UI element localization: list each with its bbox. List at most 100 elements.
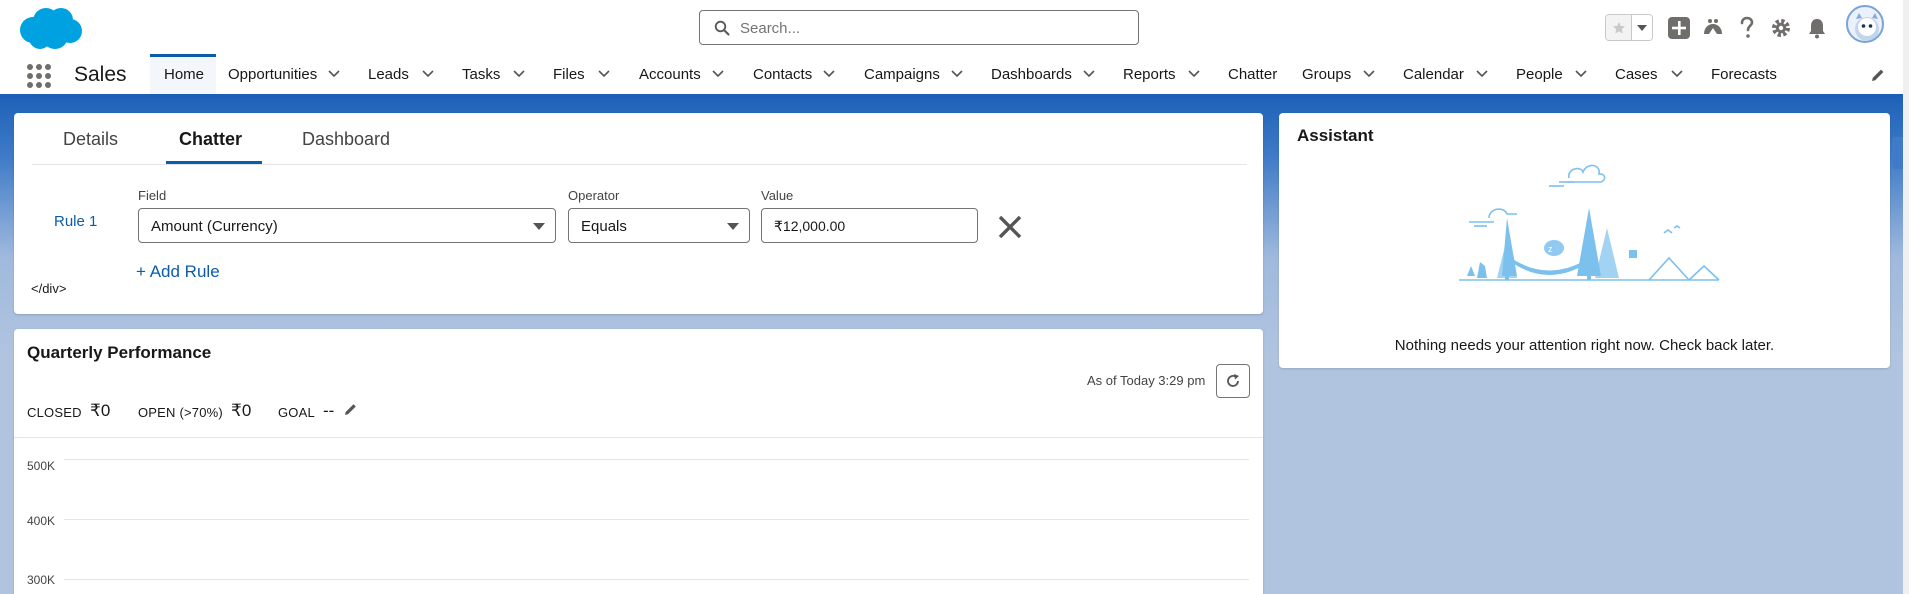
open-value: ₹0 bbox=[231, 401, 252, 420]
nav-item-calendar[interactable]: Calendar bbox=[1403, 54, 1473, 94]
quarterly-performance-card: Quarterly Performance As of Today 3:29 p… bbox=[14, 329, 1263, 594]
remove-rule-button[interactable] bbox=[994, 211, 1026, 243]
nav-item-label: Forecasts bbox=[1711, 66, 1777, 83]
nav-item-label: Opportunities bbox=[228, 66, 318, 83]
edit-goal-pencil-icon[interactable] bbox=[344, 402, 358, 416]
chevron-down-icon[interactable] bbox=[1188, 70, 1200, 78]
favorites-menu-button[interactable] bbox=[1632, 15, 1652, 40]
y-axis-tick: 400K bbox=[27, 514, 56, 528]
chevron-down-icon[interactable] bbox=[1083, 70, 1095, 78]
close-icon bbox=[998, 215, 1022, 239]
nav-item-campaigns[interactable]: Campaigns bbox=[864, 54, 954, 94]
gear-icon bbox=[1772, 19, 1790, 37]
app-launcher-icon[interactable] bbox=[27, 64, 51, 88]
operator-select[interactable]: Equals bbox=[568, 208, 750, 243]
closed-label: CLOSED bbox=[27, 405, 82, 420]
nav-item-label: People bbox=[1516, 66, 1563, 83]
global-actions-button[interactable] bbox=[1666, 15, 1692, 41]
value-input[interactable]: ₹12,000.00 bbox=[761, 208, 978, 243]
help-button[interactable] bbox=[1734, 15, 1760, 41]
salesforce-logo[interactable] bbox=[17, 6, 83, 52]
nav-item-home[interactable]: Home bbox=[150, 54, 216, 94]
avatar[interactable] bbox=[1846, 5, 1884, 43]
chevron-down-icon[interactable] bbox=[422, 70, 434, 78]
grid-line bbox=[64, 459, 1249, 460]
goal-label: GOAL bbox=[278, 405, 315, 420]
nav-item-accounts[interactable]: Accounts bbox=[639, 54, 719, 94]
chevron-down-icon[interactable] bbox=[1575, 70, 1587, 78]
chevron-down-icon[interactable] bbox=[712, 70, 724, 78]
stray-markup-text: </div> bbox=[31, 281, 67, 296]
trailhead-button[interactable] bbox=[1700, 15, 1726, 41]
global-header bbox=[0, 0, 1909, 54]
bell-icon bbox=[1809, 19, 1825, 39]
favorite-button[interactable] bbox=[1606, 15, 1632, 40]
card-title: Assistant bbox=[1297, 126, 1374, 145]
y-axis-tick: 500K bbox=[27, 459, 56, 473]
nav-item-label: Accounts bbox=[639, 66, 701, 83]
nav-item-label: Tasks bbox=[462, 66, 501, 83]
refresh-button[interactable] bbox=[1216, 364, 1250, 398]
app-name: Sales bbox=[74, 63, 127, 86]
nav-item-label: Groups bbox=[1302, 66, 1352, 83]
nav-item-dashboards[interactable]: Dashboards bbox=[991, 54, 1081, 94]
nav-item-label: Chatter bbox=[1228, 66, 1278, 83]
caret-down-icon bbox=[727, 223, 739, 230]
notifications-button[interactable] bbox=[1804, 15, 1830, 41]
chevron-down-icon[interactable] bbox=[1363, 70, 1375, 78]
hammock-illustration: z bbox=[1459, 164, 1720, 281]
nav-item-people[interactable]: People bbox=[1516, 54, 1576, 94]
nav-item-label: Files bbox=[553, 66, 585, 83]
nav-item-cases[interactable]: Cases bbox=[1615, 54, 1665, 94]
nav-item-contacts[interactable]: Contacts bbox=[753, 54, 833, 94]
chevron-down-icon[interactable] bbox=[1671, 70, 1683, 78]
search-icon bbox=[714, 20, 730, 36]
goal-value: -- bbox=[323, 401, 335, 420]
edit-nav-pencil-icon[interactable] bbox=[1870, 67, 1886, 83]
search-input[interactable] bbox=[740, 17, 1120, 39]
chevron-down-icon[interactable] bbox=[328, 70, 340, 78]
grid-line bbox=[64, 579, 1249, 580]
nav-item-chatter[interactable]: Chatter bbox=[1228, 54, 1288, 94]
field-select[interactable]: Amount (Currency) bbox=[138, 208, 556, 243]
assistant-card: Assistant z Nothing needs your attention… bbox=[1279, 113, 1890, 368]
add-rule-link[interactable]: + Add Rule bbox=[136, 262, 220, 282]
tab-dashboard[interactable]: Dashboard bbox=[302, 129, 390, 150]
operator-label: Operator bbox=[568, 188, 620, 203]
y-axis-tick: 300K bbox=[27, 573, 56, 587]
nav-item-label: Calendar bbox=[1403, 66, 1464, 83]
field-label: Field bbox=[138, 188, 167, 203]
chevron-down-icon[interactable] bbox=[951, 70, 963, 78]
nav-item-groups[interactable]: Groups bbox=[1302, 54, 1362, 94]
nav-item-label: Home bbox=[164, 66, 205, 83]
trailhead-icon bbox=[1704, 19, 1722, 34]
star-icon bbox=[1612, 21, 1625, 34]
nav-item-files[interactable]: Files bbox=[553, 54, 603, 94]
nav-item-label: Leads bbox=[368, 66, 409, 83]
field-select-value: Amount (Currency) bbox=[151, 218, 278, 235]
assistant-message: Nothing needs your attention right now. … bbox=[1394, 337, 1775, 354]
nav-item-reports[interactable]: Reports bbox=[1123, 54, 1183, 94]
chevron-down-icon[interactable] bbox=[823, 70, 835, 78]
chevron-down-icon[interactable] bbox=[513, 70, 525, 78]
chevron-down-icon[interactable] bbox=[1476, 70, 1488, 78]
chevron-down-icon bbox=[1637, 24, 1647, 31]
nav-item-label: Reports bbox=[1123, 66, 1176, 83]
as-of-timestamp: As of Today 3:29 pm bbox=[1087, 373, 1206, 388]
global-search[interactable] bbox=[699, 10, 1139, 45]
chevron-down-icon[interactable] bbox=[598, 70, 610, 78]
setup-button[interactable] bbox=[1768, 15, 1794, 41]
nav-item-forecasts[interactable]: Forecasts bbox=[1711, 54, 1791, 94]
page-scrollbar[interactable] bbox=[1903, 0, 1909, 594]
app-navigation: Sales Home Opportunities Leads Tasks Fil… bbox=[0, 54, 1909, 97]
nav-item-leads[interactable]: Leads bbox=[368, 54, 428, 94]
nav-item-label: Cases bbox=[1615, 66, 1658, 83]
help-icon bbox=[1740, 16, 1754, 38]
tab-chatter[interactable]: Chatter bbox=[179, 129, 242, 150]
caret-down-icon bbox=[533, 223, 545, 230]
divider bbox=[14, 437, 1263, 438]
operator-select-value: Equals bbox=[581, 218, 627, 235]
tab-details[interactable]: Details bbox=[63, 129, 118, 150]
nav-item-label: Campaigns bbox=[864, 66, 940, 83]
nav-item-label: Contacts bbox=[753, 66, 813, 83]
